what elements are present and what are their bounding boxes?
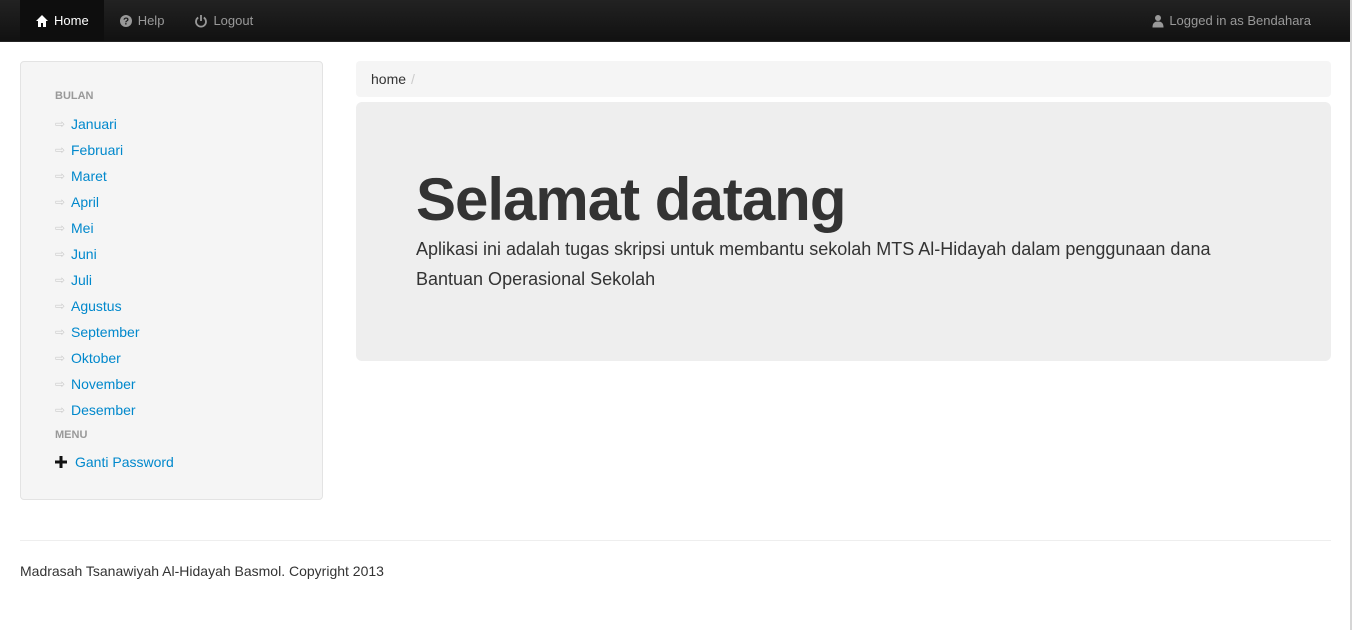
month-link-agustus[interactable]: Agustus	[71, 298, 122, 314]
power-icon	[194, 14, 208, 28]
hero-title: Selamat datang	[416, 166, 846, 233]
arrow-right-icon: ⇨	[55, 195, 66, 209]
arrow-right-icon: ⇨	[55, 247, 66, 261]
svg-text:?: ?	[123, 16, 129, 27]
home-icon	[35, 14, 49, 28]
menu-header: MENU	[55, 429, 88, 441]
arrow-right-icon: ⇨	[55, 403, 66, 417]
breadcrumb-divider: /	[411, 71, 415, 87]
nav-help-label: Help	[137, 13, 165, 28]
arrow-right-icon: ⇨	[55, 117, 66, 131]
month-link-juli[interactable]: Juli	[71, 272, 92, 288]
footer-text: Madrasah Tsanawiyah Al-Hidayah Basmol. C…	[20, 563, 384, 579]
arrow-right-icon: ⇨	[55, 377, 66, 391]
ganti-password-link[interactable]: Ganti Password	[75, 454, 174, 470]
month-item: ⇨ September	[55, 319, 322, 345]
top-navbar: Home ? Help Logout Logged in as Bendahar…	[0, 0, 1352, 42]
month-item: ⇨ Maret	[55, 163, 322, 189]
month-item: ⇨ Mei	[55, 215, 322, 241]
arrow-right-icon: ⇨	[55, 143, 66, 157]
user-icon	[1151, 14, 1165, 28]
arrow-right-icon: ⇨	[55, 169, 66, 183]
month-list: ⇨ Januari ⇨ Februari ⇨ Maret ⇨ April ⇨ Mei ⇨ J…	[55, 111, 322, 423]
nav-home-link[interactable]: Home	[20, 0, 104, 41]
month-link-januari[interactable]: Januari	[71, 116, 117, 132]
nav-logout-label: Logout	[213, 13, 254, 28]
month-item: ⇨ Februari	[55, 137, 322, 163]
bulan-header: BULAN	[55, 90, 94, 102]
plus-icon	[55, 456, 75, 468]
hero-unit: Selamat datang Aplikasi ini adalah tugas…	[356, 102, 1331, 361]
month-link-februari[interactable]: Februari	[71, 142, 123, 158]
nav-logout-link[interactable]: Logout	[179, 0, 268, 41]
breadcrumb-current: home	[371, 71, 407, 87]
arrow-right-icon: ⇨	[55, 221, 66, 235]
month-link-juni[interactable]: Juni	[71, 246, 97, 262]
month-item: ⇨ November	[55, 371, 322, 397]
month-link-maret[interactable]: Maret	[71, 168, 107, 184]
breadcrumb: home /	[356, 61, 1331, 97]
logged-in-label: Logged in as Bendahara	[1169, 13, 1311, 28]
sidebar: BULAN ⇨ Januari ⇨ Februari ⇨ Maret ⇨ April ⇨…	[20, 61, 323, 500]
month-item: ⇨ Oktober	[55, 345, 322, 371]
month-link-april[interactable]: April	[71, 194, 99, 210]
month-item: ⇨ Juli	[55, 267, 322, 293]
month-item: ⇨ April	[55, 189, 322, 215]
month-link-desember[interactable]: Desember	[71, 402, 136, 418]
logged-in-status: Logged in as Bendahara	[1151, 0, 1311, 41]
month-item: ⇨ Januari	[55, 111, 322, 137]
question-circle-icon: ?	[119, 14, 133, 28]
month-link-mei[interactable]: Mei	[71, 220, 94, 236]
month-item: ⇨ Juni	[55, 241, 322, 267]
nav-help-link[interactable]: ? Help	[104, 0, 180, 41]
menu-list: Ganti Password	[55, 452, 322, 472]
arrow-right-icon: ⇨	[55, 325, 66, 339]
hero-description: Aplikasi ini adalah tugas skripsi untuk …	[416, 239, 1211, 289]
nav-main: Home ? Help Logout	[20, 0, 268, 41]
menu-item: Ganti Password	[55, 452, 322, 472]
month-item: ⇨ Desember	[55, 397, 322, 423]
month-item: ⇨ Agustus	[55, 293, 322, 319]
nav-home-label: Home	[54, 13, 89, 28]
footer-divider	[20, 540, 1331, 541]
month-link-september[interactable]: September	[71, 324, 139, 340]
arrow-right-icon: ⇨	[55, 299, 66, 313]
arrow-right-icon: ⇨	[55, 273, 66, 287]
arrow-right-icon: ⇨	[55, 351, 66, 365]
month-link-oktober[interactable]: Oktober	[71, 350, 121, 366]
month-link-november[interactable]: November	[71, 376, 136, 392]
